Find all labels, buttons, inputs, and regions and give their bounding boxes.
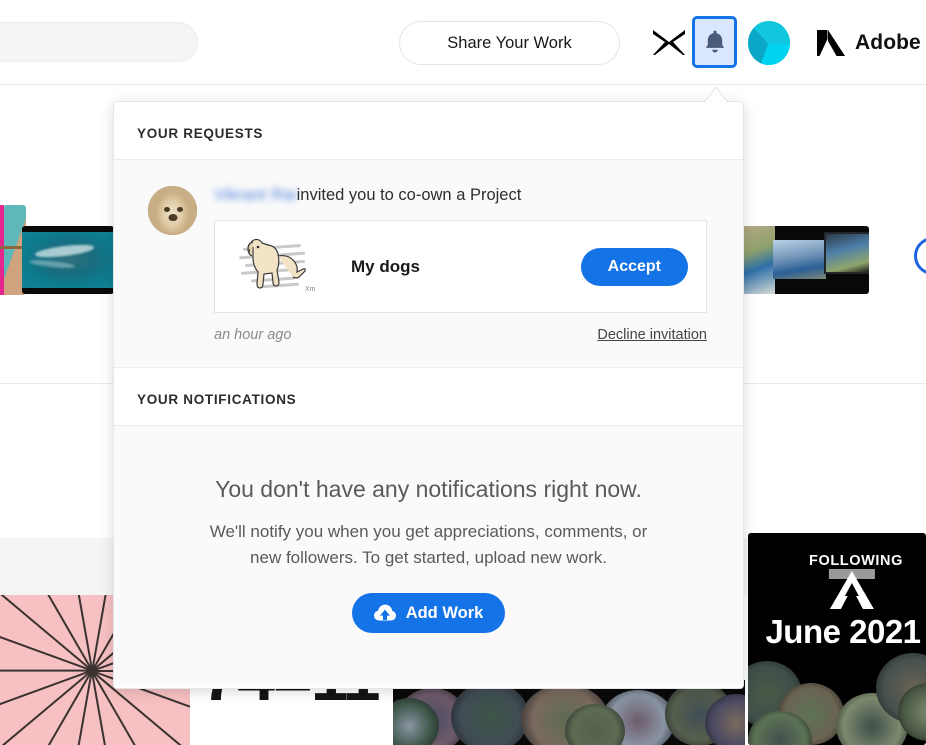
user-avatar[interactable]	[748, 21, 790, 65]
request-footer: an hour ago Decline invitation	[214, 327, 707, 367]
panel-caret-icon	[705, 87, 727, 103]
avatar-detail	[177, 207, 183, 212]
behance-mark-icon	[828, 569, 875, 609]
cloud-upload-icon	[373, 604, 396, 621]
app-root: 74=11 FOLLOWING June 2021 Share Your Wor…	[0, 0, 926, 745]
top-navigation-bar: Share Your Work Adobe	[0, 0, 926, 85]
avatar-detail	[168, 214, 177, 222]
add-work-button[interactable]: Add Work	[351, 593, 506, 633]
adobe-mark-icon	[817, 30, 845, 56]
avatar-image	[148, 186, 197, 235]
avatar-detail	[164, 207, 170, 212]
gallery-card-following[interactable]: FOLLOWING June 2021	[748, 533, 926, 745]
gallery-thumbnail[interactable]	[22, 226, 114, 294]
project-thumbnail: Xm	[231, 235, 327, 298]
envelope-icon[interactable]	[653, 30, 685, 55]
empty-state-subtitle-line2: new followers. To get started, upload ne…	[250, 548, 607, 567]
accept-button[interactable]: Accept	[580, 247, 688, 286]
request-message: invited you to co-own a Project	[296, 186, 522, 204]
following-date-label: June 2021	[765, 613, 921, 650]
request-headline: Vikrant Raiinvited you to co-own a Proje…	[214, 184, 719, 206]
dog-sketch-icon: Xm	[247, 238, 316, 293]
gallery-thumbnail[interactable]	[736, 226, 869, 294]
share-your-work-button[interactable]: Share Your Work	[399, 21, 620, 65]
adobe-logo[interactable]: Adobe	[816, 24, 921, 62]
empty-state-title: You don't have any notifications right n…	[215, 476, 642, 502]
project-invite-card[interactable]: Xm My dogs Accept	[214, 220, 707, 313]
notifications-section-header: YOUR NOTIFICATIONS	[114, 368, 743, 425]
requester-name[interactable]: Vikrant Rai	[214, 184, 297, 206]
request-content: Vikrant Raiinvited you to co-own a Proje…	[197, 184, 719, 367]
requests-section-header: YOUR REQUESTS	[114, 102, 743, 159]
svg-text:Xm: Xm	[305, 286, 316, 293]
requests-section-body: Vikrant Raiinvited you to co-own a Proje…	[114, 160, 743, 367]
starburst-ray	[0, 670, 93, 745]
request-item: Vikrant Raiinvited you to co-own a Proje…	[114, 184, 743, 367]
blue-circle-badge[interactable]	[914, 237, 926, 275]
add-work-label: Add Work	[405, 603, 484, 622]
bell-icon[interactable]	[692, 16, 737, 68]
decline-invitation-link[interactable]: Decline invitation	[597, 327, 707, 343]
requester-avatar[interactable]	[148, 186, 197, 235]
thumb-part	[823, 232, 869, 275]
thumb-part	[773, 239, 827, 280]
starburst-ray	[0, 670, 92, 672]
starburst-ray	[0, 595, 93, 672]
project-title: My dogs	[351, 256, 420, 276]
adobe-wordmark: Adobe	[855, 31, 921, 54]
avatar-image	[748, 21, 790, 65]
notifications-empty-state: You don't have any notifications right n…	[114, 426, 743, 685]
notifications-panel: YOUR REQUESTS Vikrant Raiinvited you to …	[113, 101, 744, 689]
empty-state-subtitle-line1: We'll notify you when you get appreciati…	[209, 522, 648, 541]
request-timestamp: an hour ago	[214, 327, 292, 343]
succulent-blob	[451, 682, 529, 745]
empty-state-subtitle: We'll notify you when you get appreciati…	[169, 519, 689, 571]
following-badge-label: FOLLOWING	[809, 553, 903, 569]
share-your-work-label: Share Your Work	[447, 33, 572, 52]
gallery-card-succulents[interactable]	[393, 680, 745, 745]
search-input[interactable]	[0, 22, 198, 62]
